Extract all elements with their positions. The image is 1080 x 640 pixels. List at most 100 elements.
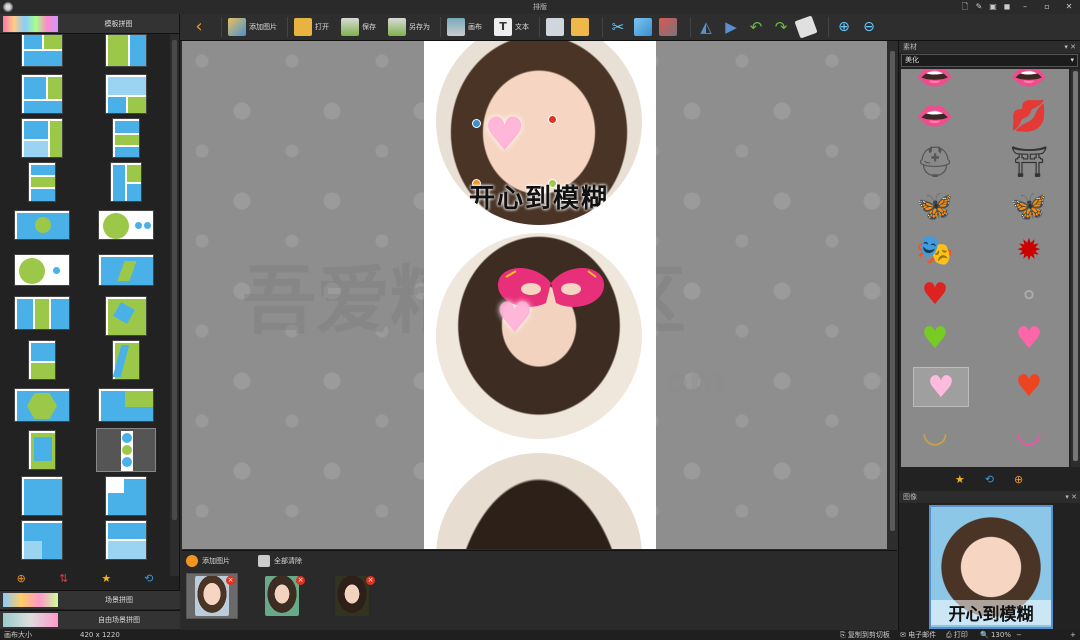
doc-icon[interactable]: 🗋 [958, 0, 972, 14]
template-item[interactable] [14, 210, 70, 240]
photo-slot-1[interactable]: ♥ 开心到模糊 [436, 41, 642, 225]
print-button[interactable] [546, 15, 567, 39]
sticker-lips[interactable]: 👄 [907, 69, 963, 97]
print-status-button[interactable]: ⎙ 打印 [946, 630, 968, 640]
refresh-icon[interactable]: ⟲ [142, 572, 156, 586]
template-item[interactable] [21, 476, 63, 516]
remove-icon[interactable]: × [296, 576, 305, 585]
sticker-pink-hearts[interactable]: ♥ [1001, 319, 1057, 359]
layout-icon[interactable]: ▣ [986, 0, 1000, 14]
resize-handle[interactable] [472, 119, 481, 128]
sticker-winged-heart[interactable]: ♥ [1001, 367, 1057, 407]
canvas-button[interactable]: 画布 [447, 15, 482, 39]
material-category-select[interactable]: 美化 ▾ [901, 54, 1078, 67]
sticker-carnival-mask[interactable]: 🎭 [907, 231, 963, 271]
remove-icon[interactable]: × [226, 576, 235, 585]
strip-thumb-2[interactable]: × [256, 573, 308, 619]
heart-sticker[interactable]: ♥ [496, 293, 534, 342]
zoom-in-button[interactable]: ⊕ [835, 15, 856, 39]
sticker-pink-mortar[interactable]: ◡ [1001, 413, 1057, 453]
email-button[interactable] [571, 15, 592, 39]
panel-pin-icon[interactable]: ▾ ✕ [1064, 43, 1076, 51]
template-item[interactable] [105, 74, 147, 114]
rotate-right-button[interactable]: ↷ [772, 15, 793, 39]
template-collage-header[interactable]: 模板拼图 [0, 14, 179, 34]
image-preview[interactable]: 开心到模糊 [929, 505, 1053, 629]
template-item[interactable] [112, 118, 140, 158]
scene-collage-tab[interactable]: 场景拼图 [0, 590, 180, 609]
template-item[interactable] [105, 476, 147, 516]
sticker-butterfly-mask-pink[interactable]: 🦋 [1001, 187, 1057, 227]
add-icon[interactable]: ⊕ [1014, 473, 1023, 486]
maximize-button[interactable]: ▫ [1036, 0, 1058, 14]
sticker-butterfly-mask-blue[interactable]: 🦋 [907, 187, 963, 227]
template-item[interactable] [112, 340, 140, 380]
free-scene-collage-tab[interactable]: 自由场景拼图 [0, 610, 180, 629]
sort-icon[interactable]: ⇅ [57, 572, 71, 586]
collage-paper[interactable]: ♥ 开心到模糊 ♥ [424, 41, 656, 549]
save-button[interactable]: 保存 [341, 15, 376, 39]
sticker-bubbles[interactable]: ∘ [1001, 275, 1057, 315]
minimize-button[interactable]: – [1014, 0, 1036, 14]
text-button[interactable]: T 文本 [494, 15, 529, 39]
sticker-knight-helmet[interactable]: ⛑ [907, 143, 963, 183]
cut-button[interactable]: ✂ [609, 15, 630, 39]
rotate-left-button[interactable]: ↶ [747, 15, 768, 39]
canvas-scrollbar[interactable] [888, 41, 897, 549]
sticker-flower-bowl[interactable]: ◡ [907, 413, 963, 453]
close-button[interactable]: ✕ [1058, 0, 1080, 14]
panel-pin-icon[interactable]: ▾ ✕ [1065, 493, 1077, 501]
template-item[interactable] [28, 430, 56, 470]
sticker-samurai-helmet[interactable]: ⛩ [1001, 143, 1057, 183]
template-item[interactable] [110, 162, 142, 202]
template-item[interactable] [21, 118, 63, 158]
flip-vertical-button[interactable]: ◭ [697, 15, 718, 39]
template-item[interactable] [105, 34, 147, 67]
pen-icon[interactable]: ✎ [972, 0, 986, 14]
clear-all-button[interactable]: 全部清除 [258, 555, 302, 567]
sticker-bubble-heart-selected[interactable]: ♥ [913, 367, 969, 407]
sticker-scrollbar[interactable] [1071, 69, 1080, 467]
template-item[interactable] [98, 254, 154, 286]
remove-icon[interactable]: × [366, 576, 375, 585]
zoom-in-status-button[interactable]: + [1070, 630, 1076, 640]
eraser-button[interactable] [794, 15, 818, 39]
star-icon[interactable]: ★ [99, 572, 113, 586]
template-item[interactable] [98, 210, 154, 240]
sticker-blood-splatter[interactable]: ✹ [1001, 231, 1057, 271]
template-item[interactable] [28, 162, 56, 202]
open-button[interactable]: 打开 [294, 15, 329, 39]
sticker-green-heart[interactable]: ♥ [907, 319, 963, 359]
photo-slot-3[interactable] [436, 453, 642, 549]
color-icon[interactable]: ◼ [1000, 0, 1014, 14]
add-image-button[interactable]: 添加图片 [228, 15, 277, 39]
strip-thumb-3[interactable]: × [326, 573, 378, 619]
sticker-red-lips[interactable]: 👄 [907, 97, 963, 137]
template-item[interactable] [28, 340, 56, 380]
template-item[interactable] [105, 296, 147, 336]
sticker-vampire-mouth[interactable]: 👄 [1001, 69, 1057, 97]
save-as-button[interactable]: 另存为 [388, 15, 430, 39]
strip-add-image-button[interactable]: 添加图片 [186, 555, 230, 567]
template-item[interactable] [21, 74, 63, 114]
template-item[interactable] [21, 520, 63, 560]
add-icon[interactable]: ⊕ [14, 572, 28, 586]
zoom-out-button[interactable]: ⊖ [860, 15, 881, 39]
sticker-gloss-lips[interactable]: 💋 [1001, 97, 1057, 137]
strip-thumb-1[interactable]: × [186, 573, 238, 619]
heart-sticker[interactable]: ♥ [484, 107, 525, 161]
zoom-level[interactable]: 🔍 130% [980, 630, 1011, 640]
template-item[interactable] [105, 520, 147, 560]
template-item[interactable] [14, 388, 70, 422]
sticker-red-heart[interactable]: ♥ [907, 275, 963, 315]
template-item-selected[interactable] [96, 428, 156, 472]
photo-slot-2[interactable]: ♥ [436, 233, 642, 439]
template-item[interactable] [98, 388, 154, 422]
zoom-out-status-button[interactable]: − [1016, 630, 1022, 640]
delete-handle[interactable] [548, 115, 557, 124]
back-button[interactable]: ‹ [190, 15, 211, 39]
flip-horizontal-button[interactable]: ▶ [722, 15, 743, 39]
star-icon[interactable]: ★ [955, 473, 965, 486]
template-item[interactable] [14, 296, 70, 330]
template-item[interactable] [21, 34, 63, 67]
